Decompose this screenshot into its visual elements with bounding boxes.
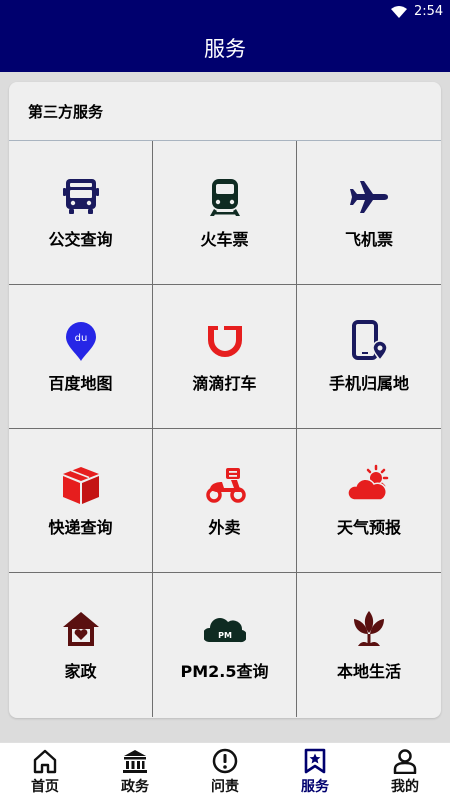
title-bar: 服务 <box>0 24 450 72</box>
service-didi[interactable]: 滴滴打车 <box>153 285 297 429</box>
delivery-scooter-icon <box>204 464 246 506</box>
service-baidu-map[interactable]: du 百度地图 <box>9 285 153 429</box>
tab-services[interactable]: 服务 <box>270 743 360 800</box>
bottom-tab-bar: 首页 政务 问责 服务 我的 <box>0 742 450 800</box>
service-label: 外卖 <box>208 517 241 537</box>
service-housekeeping[interactable]: 家政 <box>9 573 153 717</box>
section-title: 第三方服务 <box>28 102 104 121</box>
tab-label: 首页 <box>31 778 59 795</box>
service-label: 本地生活 <box>336 662 401 681</box>
service-pm25[interactable]: PM PM2.5查询 <box>153 573 297 717</box>
status-time: 2:54 <box>414 4 444 19</box>
tab-label: 问责 <box>211 778 239 795</box>
service-label: 飞机票 <box>344 229 393 249</box>
page-title: 服务 <box>204 37 246 61</box>
svg-text:du: du <box>74 333 87 344</box>
service-label: 火车票 <box>200 229 249 249</box>
service-takeout[interactable]: 外卖 <box>153 429 297 573</box>
airplane-icon <box>348 176 390 218</box>
tab-label: 服务 <box>301 778 329 795</box>
service-weather[interactable]: 天气预报 <box>297 429 441 573</box>
bookmark-star-icon <box>302 748 328 774</box>
svg-text:PM: PM <box>218 631 232 640</box>
house-heart-icon <box>60 608 102 650</box>
tab-accountability[interactable]: 问责 <box>180 743 270 800</box>
tab-profile[interactable]: 我的 <box>360 743 450 800</box>
service-label: 手机归属地 <box>328 373 409 393</box>
service-label: 天气预报 <box>336 517 401 537</box>
tab-label: 我的 <box>391 778 419 795</box>
train-icon <box>204 176 246 218</box>
service-label: 家政 <box>64 662 97 681</box>
baidu-map-pin-icon: du <box>60 320 102 362</box>
phone-location-icon <box>348 319 390 362</box>
home-icon <box>32 748 58 774</box>
service-airplane[interactable]: 飞机票 <box>297 141 441 285</box>
service-label: 快递查询 <box>48 517 113 537</box>
service-label: 公交查询 <box>48 229 113 249</box>
service-train[interactable]: 火车票 <box>153 141 297 285</box>
tab-government[interactable]: 政务 <box>90 743 180 800</box>
tab-home[interactable]: 首页 <box>0 743 90 800</box>
service-phone-location[interactable]: 手机归属地 <box>297 285 441 429</box>
main-content: 第三方服务 公交查询 火车票 飞机票 du 百度地图 滴滴打车 手机归属地 快递… <box>0 72 450 742</box>
government-building-icon <box>122 748 148 774</box>
service-local-life[interactable]: 本地生活 <box>297 573 441 717</box>
bus-icon <box>60 176 102 218</box>
service-label: PM2.5查询 <box>180 662 269 681</box>
wifi-icon <box>391 6 407 18</box>
service-express[interactable]: 快递查询 <box>9 429 153 573</box>
service-label: 滴滴打车 <box>192 373 257 393</box>
service-label: 百度地图 <box>48 373 113 393</box>
package-icon <box>60 464 102 506</box>
services-grid: 公交查询 火车票 飞机票 du 百度地图 滴滴打车 手机归属地 快递查询 外卖 … <box>9 141 441 717</box>
exclamation-circle-icon <box>212 748 238 774</box>
service-bus[interactable]: 公交查询 <box>9 141 153 285</box>
user-icon <box>392 748 418 774</box>
didi-icon <box>204 320 246 362</box>
third-party-services-card: 第三方服务 公交查询 火车票 飞机票 du 百度地图 滴滴打车 手机归属地 快递… <box>9 82 441 718</box>
card-header: 第三方服务 <box>9 82 441 141</box>
lotus-icon <box>348 608 390 650</box>
weather-sun-cloud-icon <box>348 464 390 506</box>
pm25-cloud-icon: PM <box>203 608 246 650</box>
tab-label: 政务 <box>121 778 149 795</box>
status-bar: 2:54 <box>0 0 450 24</box>
